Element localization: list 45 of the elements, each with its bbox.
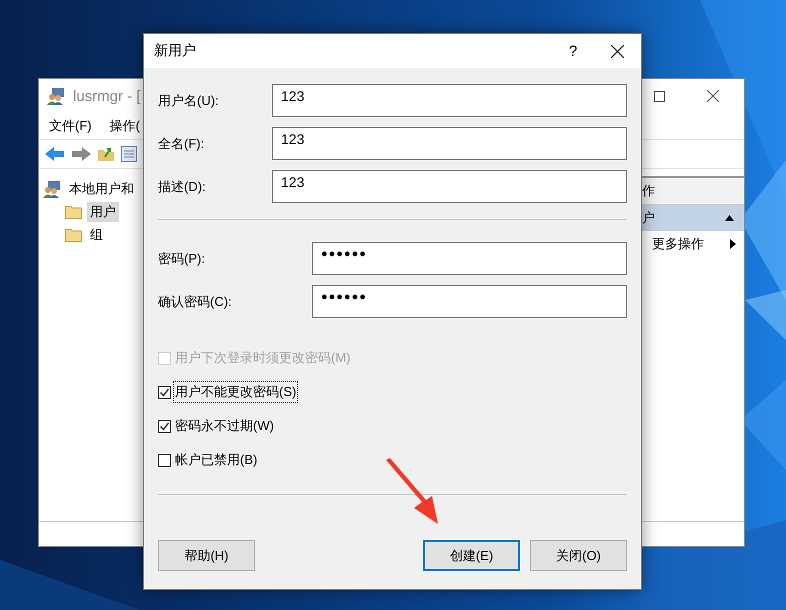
tree-item[interactable]: 用户 [87, 202, 119, 222]
checkbox-label: 用户下次登录时须更改密码(M) [174, 349, 352, 367]
dialog-button[interactable]: 创建(E) [423, 540, 520, 571]
folder-up-icon[interactable] [97, 146, 115, 162]
menu-item[interactable]: 操作( [110, 117, 140, 135]
checkbox[interactable] [158, 420, 171, 432]
checkbox-label: 密码永不过期(W) [174, 417, 275, 435]
window-title: lusrmgr - [ [73, 88, 140, 104]
password-field[interactable]: ●●●●●● [312, 242, 627, 275]
help-button[interactable]: ? [553, 36, 593, 66]
dialog-button[interactable]: 关闭(O) [530, 540, 627, 571]
actions-header: 作 [640, 176, 744, 205]
field-label: 用户名(U): [158, 92, 220, 110]
field-label: 确认密码(C): [158, 292, 233, 310]
input-field[interactable]: 123 [272, 84, 627, 117]
folder-icon [65, 228, 82, 242]
tree-item[interactable]: 组 [87, 224, 106, 244]
users-icon [43, 180, 61, 198]
close-icon [610, 44, 624, 58]
field-label: 密码(P): [158, 250, 206, 268]
menu-item[interactable]: 文件(F) [49, 117, 92, 135]
checkbox[interactable] [158, 386, 171, 398]
field-label: 描述(D): [158, 178, 207, 196]
dialog-button[interactable]: 帮助(H) [158, 540, 255, 571]
view-icon[interactable] [121, 146, 137, 162]
forward-arrow-icon[interactable] [71, 146, 91, 162]
input-field[interactable]: 123 [272, 170, 627, 203]
submenu-arrow-icon [730, 239, 736, 249]
collapse-icon [725, 215, 734, 221]
field-label: 全名(F): [158, 134, 206, 152]
dialog-title: 新用户 [154, 42, 196, 60]
checkbox-label: 帐户已禁用(B) [174, 451, 258, 469]
action-item[interactable]: 更多操作 [652, 235, 704, 253]
folder-icon [65, 204, 82, 218]
actions-section[interactable]: 户 [640, 205, 744, 231]
tree-item[interactable]: 本地用户和 [66, 178, 137, 198]
section-title: 户 [642, 209, 655, 227]
close-icon [707, 90, 719, 102]
checkbox[interactable] [158, 454, 171, 466]
maximize-icon [654, 90, 664, 102]
checkbox-label: 用户不能更改密码(S) [174, 382, 298, 402]
input-field[interactable]: 123 [272, 127, 627, 160]
back-arrow-icon[interactable] [45, 146, 65, 162]
users-icon [47, 87, 65, 105]
password-field[interactable]: ●●●●●● [312, 285, 627, 318]
